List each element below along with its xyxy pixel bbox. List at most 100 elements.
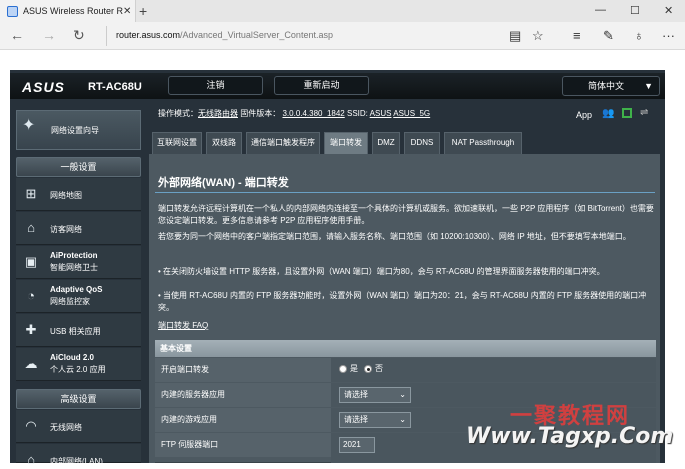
magic-wand-icon: ✦ bbox=[22, 117, 36, 134]
refresh-button[interactable]: ↻ bbox=[73, 27, 85, 44]
more-icon[interactable]: ··· bbox=[662, 28, 675, 43]
browser-tab-bar: ASUS Wireless Router R ✕ + — ☐ ✕ bbox=[0, 0, 685, 22]
advanced-section-header: 高级设置 bbox=[16, 389, 141, 409]
op-mode-label: 操作模式： bbox=[158, 109, 198, 118]
ssid-link-1[interactable]: ASUS bbox=[370, 109, 392, 118]
router-model: RT-AC68U bbox=[88, 81, 142, 93]
new-tab-button[interactable]: + bbox=[139, 3, 147, 19]
ssid-label: SSID: bbox=[346, 109, 368, 118]
tab-internet[interactable]: 互联网设置 bbox=[152, 132, 202, 154]
sidebar-item-label: 网络地图 bbox=[50, 191, 82, 200]
usb-icon: ✚ bbox=[25, 322, 37, 337]
app-link[interactable]: App bbox=[576, 110, 592, 120]
ftp-port-label: FTP 伺服器端口 bbox=[155, 433, 331, 457]
sidebar-item-label: 访客网络 bbox=[50, 225, 82, 234]
hub-icon[interactable]: ≡ bbox=[573, 28, 581, 43]
status-row: 操作模式：无线路由器 固件版本： 3.0.0.4.380_1842 SSID: … bbox=[158, 108, 430, 119]
tab-dual-wan[interactable]: 双线路 bbox=[206, 132, 242, 154]
note-ftp-conflict: • 当使用 RT-AC68U 内置的 FTP 服务器功能时，设置外网（WAN 端… bbox=[158, 291, 647, 312]
page-title: 外部网络(WAN) - 端口转发 bbox=[158, 177, 289, 189]
tab-port-trigger[interactable]: 通信端口触发程序 bbox=[246, 132, 320, 154]
web-note-icon[interactable]: ✎ bbox=[603, 28, 614, 44]
tab-port-forwarding[interactable]: 端口转发 bbox=[324, 132, 368, 154]
ssid-link-2[interactable]: ASUS_5G bbox=[393, 109, 430, 118]
language-value: 简体中文 bbox=[588, 81, 625, 91]
sidebar-item-guest-network[interactable]: ⌂ 访客网络 bbox=[16, 212, 141, 245]
sidebar-item-wireless[interactable]: ◠ 无线网络 bbox=[16, 410, 141, 443]
url-path: /Advanced_VirtualServer_Content.asp bbox=[180, 30, 333, 40]
famous-game-select[interactable]: 请选择 ⌄ bbox=[339, 412, 411, 428]
sidebar-item-aicloud[interactable]: ☁ AiCloud 2.0 个人云 2.0 应用 bbox=[16, 348, 141, 381]
browser-nav-bar: ← → ↻ router.asus.com/Advanced_VirtualSe… bbox=[0, 22, 685, 50]
back-button[interactable]: ← bbox=[10, 27, 24, 43]
wireless-icon: ◠ bbox=[25, 418, 37, 433]
ftp-port-input[interactable]: 2021 bbox=[339, 437, 375, 453]
asus-favicon-icon bbox=[7, 5, 18, 17]
sidebar-item-label: AiCloud 2.0 bbox=[50, 353, 95, 362]
reboot-button[interactable]: 重新启动 bbox=[274, 76, 369, 95]
enable-port-forwarding-label: 开启端口转发 bbox=[155, 358, 331, 382]
famous-game-label: 内建的游戏应用 bbox=[155, 408, 331, 432]
browser-tab[interactable]: ASUS Wireless Router R ✕ bbox=[0, 0, 136, 22]
sidebar-item-aiprotection[interactable]: ▣ AiProtection 智能网络卫士 bbox=[16, 246, 141, 279]
tab-nat-passthrough[interactable]: NAT Passthrough bbox=[444, 132, 522, 154]
quick-setup-button[interactable]: ✦ 网络设置向导 bbox=[16, 110, 141, 150]
sidebar-item-label: AiProtection bbox=[50, 251, 98, 260]
asus-logo: ASUS bbox=[22, 79, 65, 95]
window-close-button[interactable]: ✕ bbox=[664, 4, 673, 17]
browser-tab-title: ASUS Wireless Router R bbox=[23, 6, 123, 16]
share-icon[interactable]: ♁ bbox=[634, 28, 644, 43]
enable-port-forwarding-row: 开启端口转发 是 否 bbox=[155, 358, 656, 382]
users-icon[interactable]: 👥 bbox=[602, 108, 614, 119]
sidebar-item-sublabel: 智能网络卫士 bbox=[50, 263, 98, 272]
sidebar-item-usb[interactable]: ✚ USB 相关应用 bbox=[16, 314, 141, 347]
minimize-button[interactable]: — bbox=[595, 4, 606, 16]
sidebar-item-label: USB 相关应用 bbox=[50, 327, 101, 336]
network-status-icon[interactable] bbox=[622, 108, 632, 118]
guest-network-icon: ⌂ bbox=[27, 220, 35, 235]
enable-yes-label: 是 bbox=[350, 364, 358, 373]
tab-dmz[interactable]: DMZ bbox=[372, 132, 400, 154]
famous-server-label: 内建的服务器应用 bbox=[155, 383, 331, 407]
enable-port-forwarding-value: 是 否 bbox=[331, 358, 656, 382]
note-http-conflict: • 在关闭防火墙设置 HTTP 服务器，且设置外网（WAN 端口）端口为80，会… bbox=[158, 267, 605, 276]
basic-settings-header: 基本设置 bbox=[155, 340, 656, 357]
enable-no-radio[interactable] bbox=[364, 365, 372, 373]
sidebar-item-label: Adaptive QoS bbox=[50, 285, 103, 294]
sidebar-item-sublabel: 网络监控家 bbox=[50, 297, 90, 306]
sidebar-item-adaptive-qos[interactable]: ◔ Adaptive QoS 网络监控家 bbox=[16, 280, 141, 313]
general-section-header: 一般设置 bbox=[16, 157, 141, 177]
language-select[interactable]: 简体中文 ▼ bbox=[562, 76, 660, 96]
address-divider bbox=[106, 26, 107, 46]
firmware-link[interactable]: 3.0.0.4.380_1842 bbox=[282, 109, 344, 118]
sidebar-item-label: 内部网络(LAN) bbox=[50, 457, 103, 466]
usb-status-icon[interactable]: ⇌ bbox=[640, 107, 651, 118]
address-bar[interactable]: router.asus.com/Advanced_VirtualServer_C… bbox=[116, 30, 333, 40]
tab-close-icon[interactable]: ✕ bbox=[123, 6, 131, 17]
qos-icon: ◔ bbox=[27, 288, 35, 303]
maximize-button[interactable]: ☐ bbox=[630, 4, 640, 17]
famous-server-selected: 请选择 bbox=[344, 390, 368, 399]
aiprotection-icon: ▣ bbox=[24, 254, 38, 269]
enable-yes-radio[interactable] bbox=[339, 365, 347, 373]
logout-button[interactable]: 注销 bbox=[168, 76, 263, 95]
favorite-star-icon[interactable]: ☆ bbox=[532, 28, 544, 44]
tab-ddns[interactable]: DDNS bbox=[404, 132, 440, 154]
sidebar-item-lan[interactable]: ⌂ 内部网络(LAN) bbox=[16, 444, 141, 467]
watermark-url: Www.Tagxp.Com bbox=[466, 424, 674, 449]
firmware-label: 固件版本： bbox=[240, 109, 281, 118]
chevron-down-icon: ⌄ bbox=[399, 415, 406, 424]
chevron-down-icon: ▼ bbox=[644, 81, 653, 91]
cloud-icon: ☁ bbox=[24, 356, 38, 371]
sidebar-item-network-map[interactable]: ⊞ 网络地图 bbox=[16, 178, 141, 211]
forward-button[interactable]: → bbox=[42, 27, 56, 43]
reading-view-icon[interactable]: ▤ bbox=[509, 28, 521, 44]
network-map-icon: ⊞ bbox=[25, 186, 37, 201]
op-mode-link[interactable]: 无线路由器 bbox=[198, 109, 238, 118]
famous-server-select[interactable]: 请选择 ⌄ bbox=[339, 387, 411, 403]
famous-game-selected: 请选择 bbox=[344, 415, 368, 424]
port-forwarding-faq-link[interactable]: 端口转发 FAQ bbox=[158, 320, 208, 331]
chevron-down-icon: ⌄ bbox=[399, 390, 406, 399]
quick-setup-label: 网络设置向导 bbox=[51, 126, 99, 135]
enable-no-label: 否 bbox=[375, 364, 383, 373]
